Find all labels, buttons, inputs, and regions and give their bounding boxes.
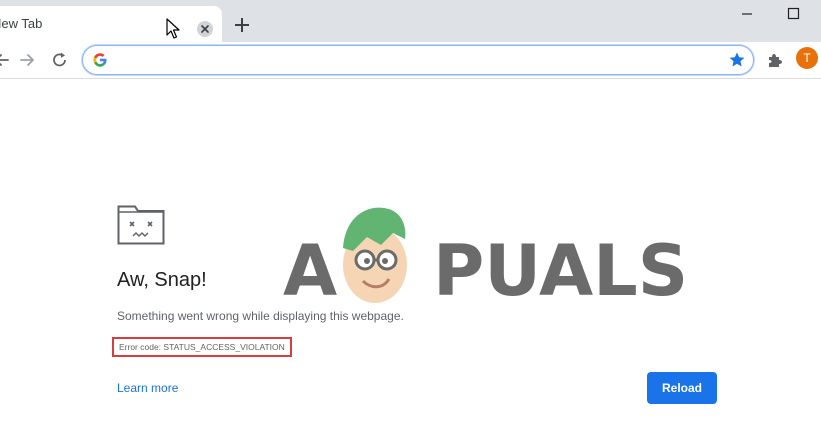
avatar[interactable]: T (796, 47, 818, 69)
learn-more-link[interactable]: Learn more (117, 381, 178, 395)
watermark-mascot-icon (343, 207, 407, 303)
reload-icon[interactable] (50, 50, 70, 70)
address-input[interactable] (115, 50, 719, 72)
plus-icon[interactable] (232, 15, 252, 35)
back-arrow-icon[interactable] (0, 50, 12, 70)
error-page: A PUALS Aw, Snap! Something went wrong w… (0, 79, 821, 447)
appuals-watermark: A PUALS (283, 207, 683, 303)
reload-button[interactable]: Reload (647, 372, 717, 404)
sad-tab-icon (117, 205, 165, 245)
address-bar[interactable] (82, 45, 754, 75)
close-icon[interactable] (197, 21, 213, 37)
google-icon (92, 52, 108, 68)
puzzle-icon[interactable] (766, 51, 784, 69)
browser-toolbar: T (0, 42, 821, 79)
error-code-highlight: Error code: STATUS_ACCESS_VIOLATION (112, 337, 292, 357)
tab-new-tab[interactable]: New Tab (0, 6, 222, 42)
forward-arrow-icon[interactable] (17, 50, 37, 70)
error-message: Something went wrong while displaying th… (117, 309, 404, 323)
star-icon[interactable] (728, 51, 746, 69)
watermark-letter-a: A (283, 230, 337, 303)
minimize-icon[interactable] (724, 0, 770, 30)
error-title: Aw, Snap! (117, 269, 207, 291)
tab-title: New Tab (0, 16, 43, 31)
watermark-letters-puals: PUALS (433, 230, 683, 303)
mouse-cursor-icon (166, 18, 180, 45)
error-code-text: Error code: STATUS_ACCESS_VIOLATION (119, 342, 285, 352)
maximize-icon[interactable] (770, 0, 816, 30)
tab-strip: New Tab (0, 0, 821, 42)
